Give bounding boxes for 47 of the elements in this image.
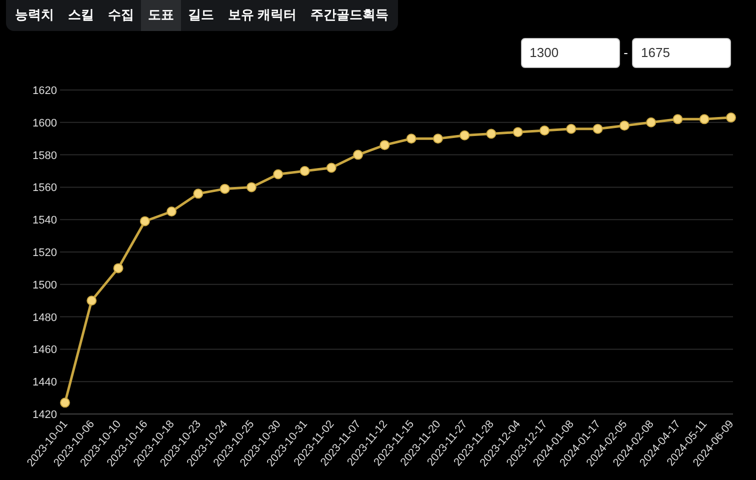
data-point [540,125,550,135]
data-point [619,120,630,130]
y-tick-label: 1480 [32,311,57,324]
data-point [166,206,177,216]
y-tick-label: 1500 [32,278,57,291]
data-point [460,130,470,140]
data-point [60,397,70,408]
data-point [512,126,523,137]
y-tick-label: 1460 [32,344,57,356]
data-point [273,168,284,179]
data-point [86,295,97,306]
y-tick-label: 1560 [32,182,57,194]
data-point [726,112,736,122]
data-point [380,140,390,150]
y-tick-label: 1580 [32,149,57,162]
data-point [699,114,710,124]
data-point [566,123,576,134]
tab[interactable]: 길드 [181,0,221,30]
y-tick-label: 1520 [32,246,57,258]
data-point [193,188,204,198]
data-point [672,114,683,124]
range-separator: - [624,44,628,62]
data-point [432,133,443,144]
y-tick-label: 1440 [32,376,57,388]
data-point [300,166,310,176]
y-tick-label: 1540 [32,214,57,226]
range-min-field[interactable]: 1300 [520,38,620,68]
data-point [353,149,364,160]
data-point [592,123,603,134]
data-point [326,162,336,172]
tab[interactable]: 주간골드획득 [304,0,396,30]
data-point [646,116,656,127]
y-tick-label: 1420 [32,408,57,420]
tab[interactable]: 보유 캐릭터 [221,0,304,30]
y-tick-label: 1600 [32,116,57,129]
tab[interactable]: 스킬 [61,0,101,30]
tab[interactable]: 능력치 [8,0,61,30]
data-point [140,216,150,226]
data-point [406,133,416,144]
data-point [220,183,230,194]
y-tick-label: 1620 [32,84,57,96]
tab[interactable]: 수집 [101,0,141,30]
data-point [246,182,256,192]
data-point [486,128,496,138]
range-max-field[interactable]: 1675 [632,38,731,68]
data-point [113,262,124,273]
tab[interactable]: 도표 [141,0,181,30]
